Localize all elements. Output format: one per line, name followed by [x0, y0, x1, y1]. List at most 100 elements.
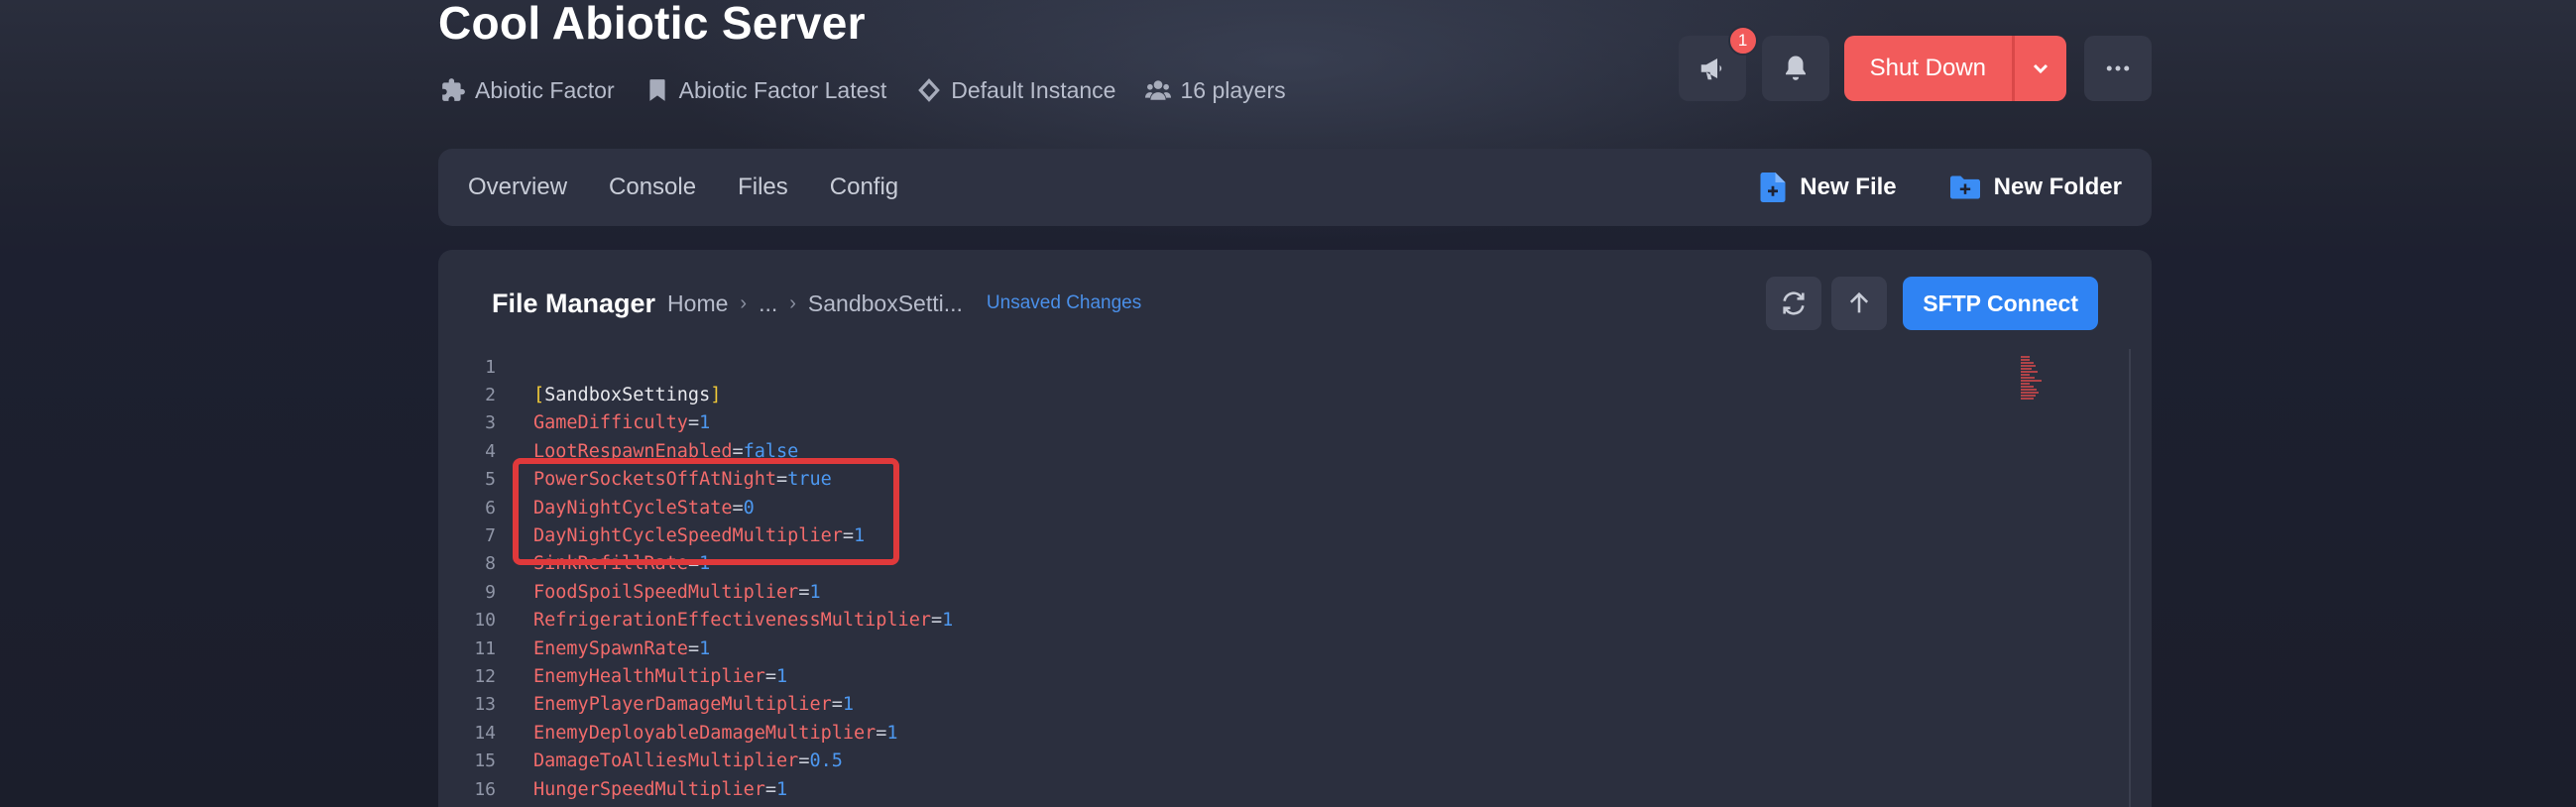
line-number: 14 — [474, 722, 496, 744]
code-line[interactable]: 7 DayNightCycleSpeedMultiplier=1 — [438, 521, 2124, 549]
line-number: 12 — [474, 665, 496, 687]
code-line[interactable]: 13 EnemyPlayerDamageMultiplier=1 — [438, 691, 2124, 719]
key-token: RefrigerationEffectivenessMultiplier — [533, 610, 931, 632]
value-token: 1 — [809, 581, 821, 603]
meta-instance-label: Default Instance — [951, 76, 1116, 103]
meta-game-label: Abiotic Factor — [475, 76, 615, 103]
sftp-connect-button[interactable]: SFTP Connect — [1903, 277, 2098, 330]
chevron-right-icon: › — [740, 291, 748, 314]
notifications-button[interactable] — [1761, 36, 1829, 101]
layers-icon — [918, 78, 941, 102]
announcements-button[interactable]: 1 — [1678, 26, 1758, 101]
server-page: Cool Abiotic Server Abiotic Factor Abiot… — [438, 0, 2152, 807]
parent-directory-button[interactable] — [1831, 277, 1888, 330]
code-line[interactable]: 1 — [438, 353, 2124, 381]
line-number: 3 — [485, 412, 496, 434]
meta-game: Abiotic Factor — [440, 77, 615, 104]
minimap-line — [2021, 386, 2034, 388]
value-token: 1 — [699, 412, 711, 434]
equals-token: = — [831, 694, 843, 716]
section-token: SandboxSettings — [544, 384, 711, 405]
more-options-button[interactable] — [2084, 36, 2152, 101]
new-folder-button[interactable]: New Folder — [1949, 173, 2122, 201]
tab-files[interactable]: Files — [738, 173, 788, 201]
server-nav: Overview Console Files Config New File N… — [438, 149, 2152, 226]
code-line[interactable]: 2 [SandboxSettings] — [438, 381, 2124, 408]
new-folder-label: New Folder — [1993, 173, 2122, 200]
equals-token: = — [732, 440, 744, 462]
refresh-button[interactable] — [1766, 277, 1822, 330]
new-file-button[interactable]: New File — [1760, 173, 1897, 202]
line-number: 15 — [474, 750, 496, 772]
server-meta: Abiotic Factor Abiotic Factor Latest Def… — [440, 73, 1286, 107]
tab-console[interactable]: Console — [609, 173, 696, 201]
code-text: LootRespawnEnabled=false — [533, 441, 798, 462]
equals-token: = — [798, 750, 810, 772]
breadcrumb: Home › ... › SandboxSetti... — [667, 290, 963, 317]
tab-config[interactable]: Config — [830, 173, 898, 201]
value-token: 1 — [942, 610, 954, 632]
ellipsis-icon — [2106, 65, 2130, 71]
minimap-line — [2021, 398, 2034, 400]
minimap-line — [2021, 377, 2036, 379]
code-line[interactable]: 5 PowerSocketsOffAtNight=true — [438, 466, 2124, 494]
meta-players: 16 players — [1145, 77, 1286, 104]
value-token: 1 — [854, 524, 866, 546]
code-text: GameDifficulty=1 — [533, 412, 710, 433]
bracket-token: [ — [533, 384, 545, 405]
page-title: Cool Abiotic Server — [438, 0, 866, 49]
code-line[interactable]: 6 DayNightCycleState=0 — [438, 494, 2124, 521]
minimap-line — [2021, 368, 2032, 370]
code-line[interactable]: 3 GameDifficulty=1 — [438, 409, 2124, 437]
value-token: false — [743, 440, 799, 462]
equals-token: = — [798, 581, 810, 603]
equals-token: = — [687, 553, 700, 575]
editor-minimap[interactable] — [2021, 353, 2050, 432]
header-actions: 1 Shut Down — [1678, 26, 2152, 101]
shutdown-button[interactable]: Shut Down — [1843, 36, 2012, 101]
code-line[interactable]: 15 DamageToAlliesMultiplier=0.5 — [438, 748, 2124, 775]
code-line[interactable]: 4 LootRespawnEnabled=false — [438, 437, 2124, 465]
code-text: EnemySpawnRate=1 — [533, 638, 710, 659]
equals-token: = — [930, 610, 943, 632]
equals-token: = — [764, 778, 777, 800]
code-line[interactable]: 8 SinkRefillRate=1 — [438, 550, 2124, 578]
key-token: EnemyPlayerDamageMultiplier — [533, 694, 832, 716]
value-token: 1 — [886, 722, 898, 744]
code-editor[interactable]: 1 2 [SandboxSettings] 3 GameDifficulty=1 4 Loo… — [438, 349, 2130, 807]
editor-scrollbar[interactable] — [2129, 349, 2131, 807]
code-line[interactable]: 16 HungerSpeedMultiplier=1 — [438, 775, 2124, 803]
code-text: PowerSocketsOffAtNight=true — [533, 469, 832, 490]
minimap-line — [2021, 362, 2035, 364]
code-text: EnemyDeployableDamageMultiplier=1 — [533, 723, 898, 744]
value-token: 1 — [842, 694, 855, 716]
megaphone-icon — [1700, 58, 1721, 80]
minimap-line — [2021, 380, 2042, 382]
key-token: DayNightCycleState — [533, 497, 733, 519]
file-manager-actions: SFTP Connect — [1766, 277, 2098, 330]
equals-token: = — [732, 497, 744, 519]
minimap-line — [2021, 371, 2038, 373]
minimap-line — [2021, 383, 2030, 385]
code-line[interactable]: 14 EnemyDeployableDamageMultiplier=1 — [438, 719, 2124, 747]
code-line[interactable]: 10 RefrigerationEffectivenessMultiplier=1 — [438, 607, 2124, 634]
shutdown-dropdown-button[interactable] — [2012, 36, 2066, 101]
key-token: FoodSpoilSpeedMultiplier — [533, 581, 799, 603]
equals-token: = — [876, 722, 887, 744]
breadcrumb-home[interactable]: Home — [667, 290, 728, 317]
code-line[interactable]: 11 EnemySpawnRate=1 — [438, 634, 2124, 662]
key-token: DamageToAlliesMultiplier — [533, 750, 799, 772]
meta-instance: Default Instance — [916, 77, 1115, 104]
code-line[interactable]: 9 FoodSpoilSpeedMultiplier=1 — [438, 578, 2124, 606]
breadcrumb-current[interactable]: SandboxSetti... — [808, 290, 963, 317]
tab-overview[interactable]: Overview — [468, 173, 567, 201]
line-number: 10 — [474, 610, 496, 632]
value-token: 0.5 — [809, 750, 843, 772]
line-number: 16 — [474, 778, 496, 800]
line-number: 8 — [485, 553, 496, 575]
code-line[interactable]: 12 EnemyHealthMultiplier=1 — [438, 662, 2124, 690]
key-token: LootRespawnEnabled — [533, 440, 733, 462]
line-number: 11 — [474, 637, 496, 659]
breadcrumb-collapsed[interactable]: ... — [759, 290, 777, 317]
code-text: EnemyHealthMultiplier=1 — [533, 666, 787, 687]
